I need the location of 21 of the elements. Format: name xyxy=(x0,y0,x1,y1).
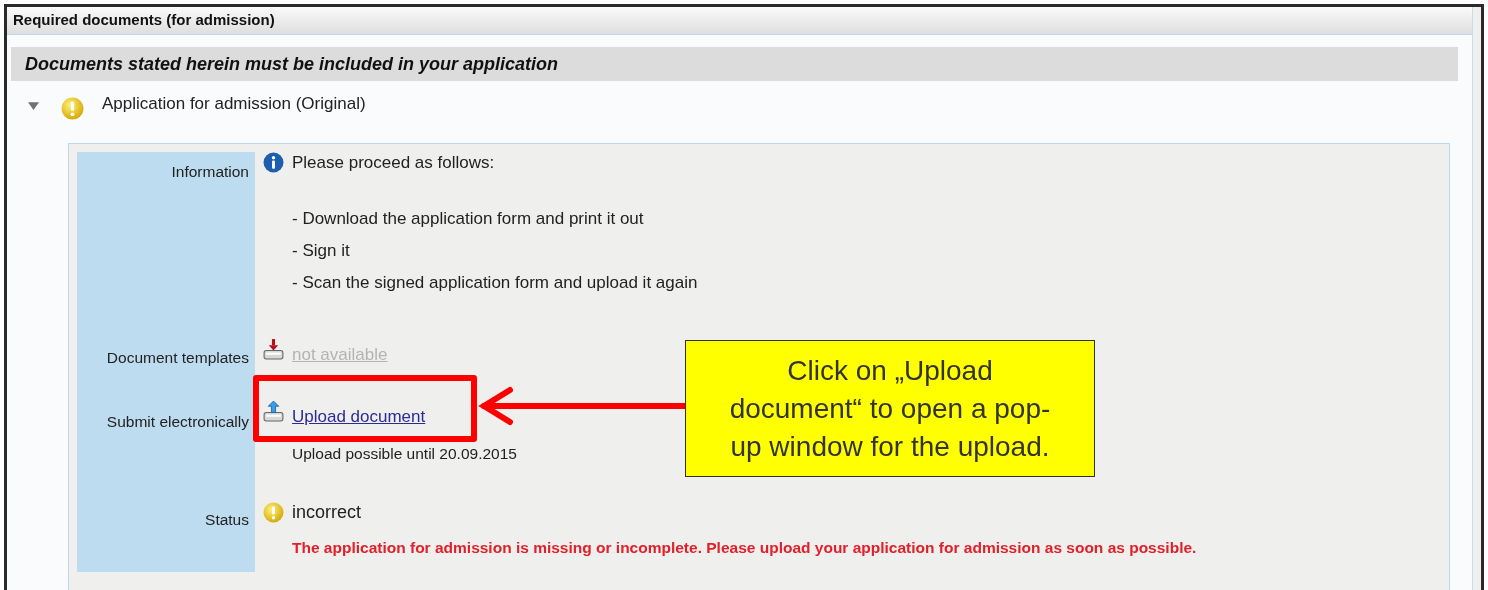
warning-icon xyxy=(61,96,84,120)
notice-text: Documents stated herein must be included in your application xyxy=(25,52,559,76)
field-label: Document templates xyxy=(106,349,249,366)
instruction-line: - Scan the signed application form and upload it again xyxy=(292,272,699,294)
info-text: Please proceed as follows: xyxy=(292,152,495,173)
upload-deadline: Upload possible until 20.09.2015 xyxy=(292,444,517,462)
instruction-line: - Sign it xyxy=(292,240,351,262)
field-label: Submit electronically xyxy=(106,413,249,430)
instruction-line: - Download the application form and print it out xyxy=(292,208,645,230)
download-tray-icon xyxy=(263,338,284,361)
callout-text: Click on „Upload document“ to open a pop-up window for the upload. xyxy=(728,353,1052,464)
upload-document-link[interactable]: Upload document xyxy=(292,404,426,430)
field-label: Status xyxy=(205,511,249,528)
field-label: Information xyxy=(171,163,249,180)
error-message: The application for admission is missing or incomplete. Please upload your application for admission as soon as possible. xyxy=(291,538,1198,558)
status-value: incorrect xyxy=(292,502,362,523)
document-title: Application for admission (Original) xyxy=(102,93,366,116)
panel-title: Required documents (for admission) xyxy=(13,10,275,31)
info-icon xyxy=(263,152,284,173)
upload-tray-icon xyxy=(263,400,284,423)
warning-icon xyxy=(263,502,284,523)
